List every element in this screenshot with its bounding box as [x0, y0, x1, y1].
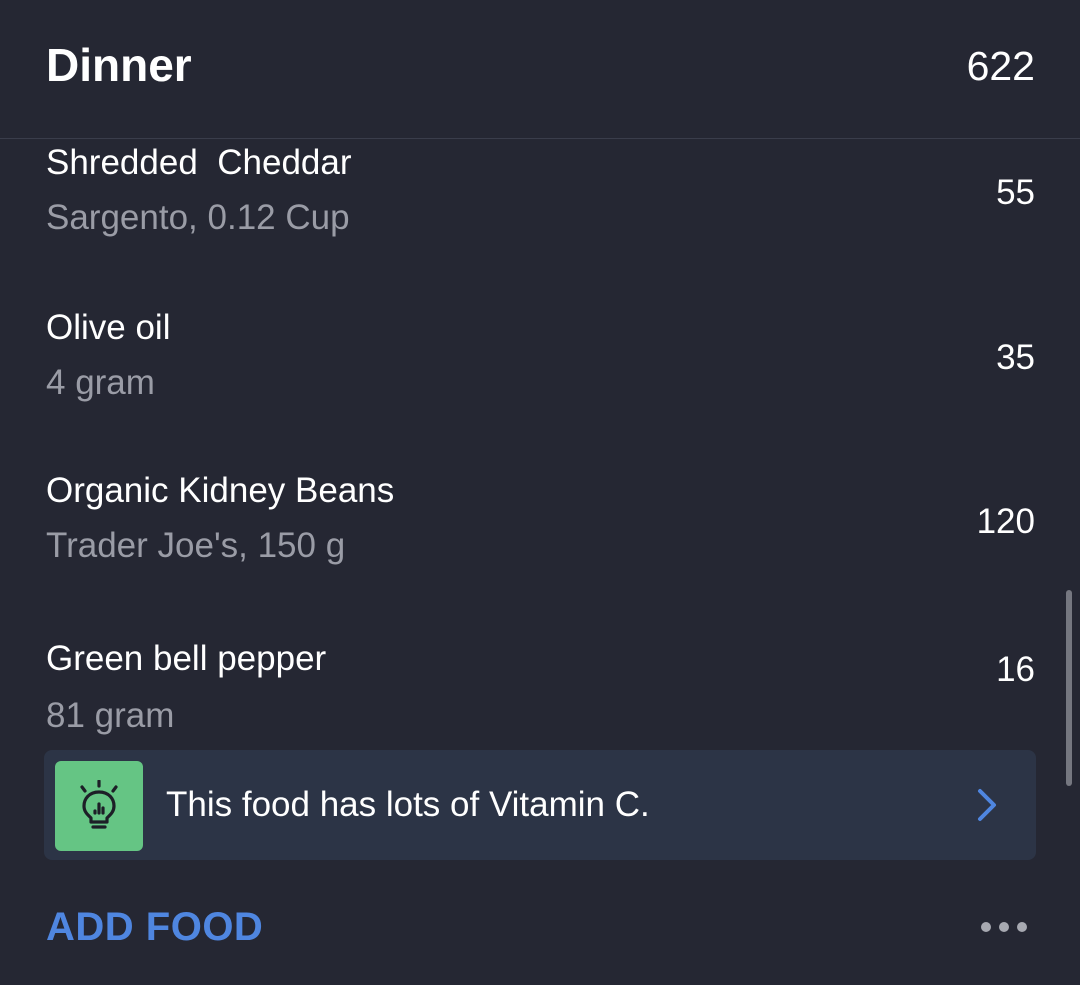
food-calories: 35	[996, 338, 1035, 377]
food-name: Shredded Cheddar	[46, 143, 352, 182]
food-calories: 16	[996, 650, 1035, 689]
vitamin-tip-banner[interactable]: This food has lots of Vitamin C.	[44, 750, 1036, 860]
food-item[interactable]: Green bell pepper 81 gram 16	[0, 636, 1080, 746]
add-food-button[interactable]: ADD FOOD	[46, 902, 263, 952]
chevron-right-icon[interactable]	[976, 788, 998, 822]
food-item[interactable]: Organic Kidney Beans Trader Joe's, 150 g…	[0, 468, 1080, 618]
food-calories: 120	[976, 502, 1035, 541]
tip-text: This food has lots of Vitamin C.	[166, 785, 650, 824]
meal-title: Dinner	[46, 39, 192, 91]
lightbulb-icon	[80, 780, 118, 829]
food-detail: Trader Joe's, 150 g	[46, 526, 346, 565]
food-detail: 81 gram	[46, 696, 175, 735]
scrollbar[interactable]	[1066, 590, 1072, 786]
food-name: Green bell pepper	[46, 639, 327, 678]
meal-header: Dinner 622	[0, 0, 1080, 139]
food-name: Organic Kidney Beans	[46, 471, 395, 510]
food-detail: 4 gram	[46, 363, 155, 402]
tip-icon-box	[55, 761, 143, 851]
food-detail: Sargento, 0.12 Cup	[46, 198, 350, 237]
meal-total-calories: 622	[966, 43, 1035, 89]
food-item[interactable]: Shredded Cheddar Sargento, 0.12 Cup 55	[0, 138, 1080, 288]
food-item[interactable]: Olive oil 4 gram 35	[0, 303, 1080, 453]
food-name: Olive oil	[46, 308, 171, 347]
food-calories: 55	[996, 173, 1035, 212]
more-horizontal-icon[interactable]	[980, 920, 1028, 934]
